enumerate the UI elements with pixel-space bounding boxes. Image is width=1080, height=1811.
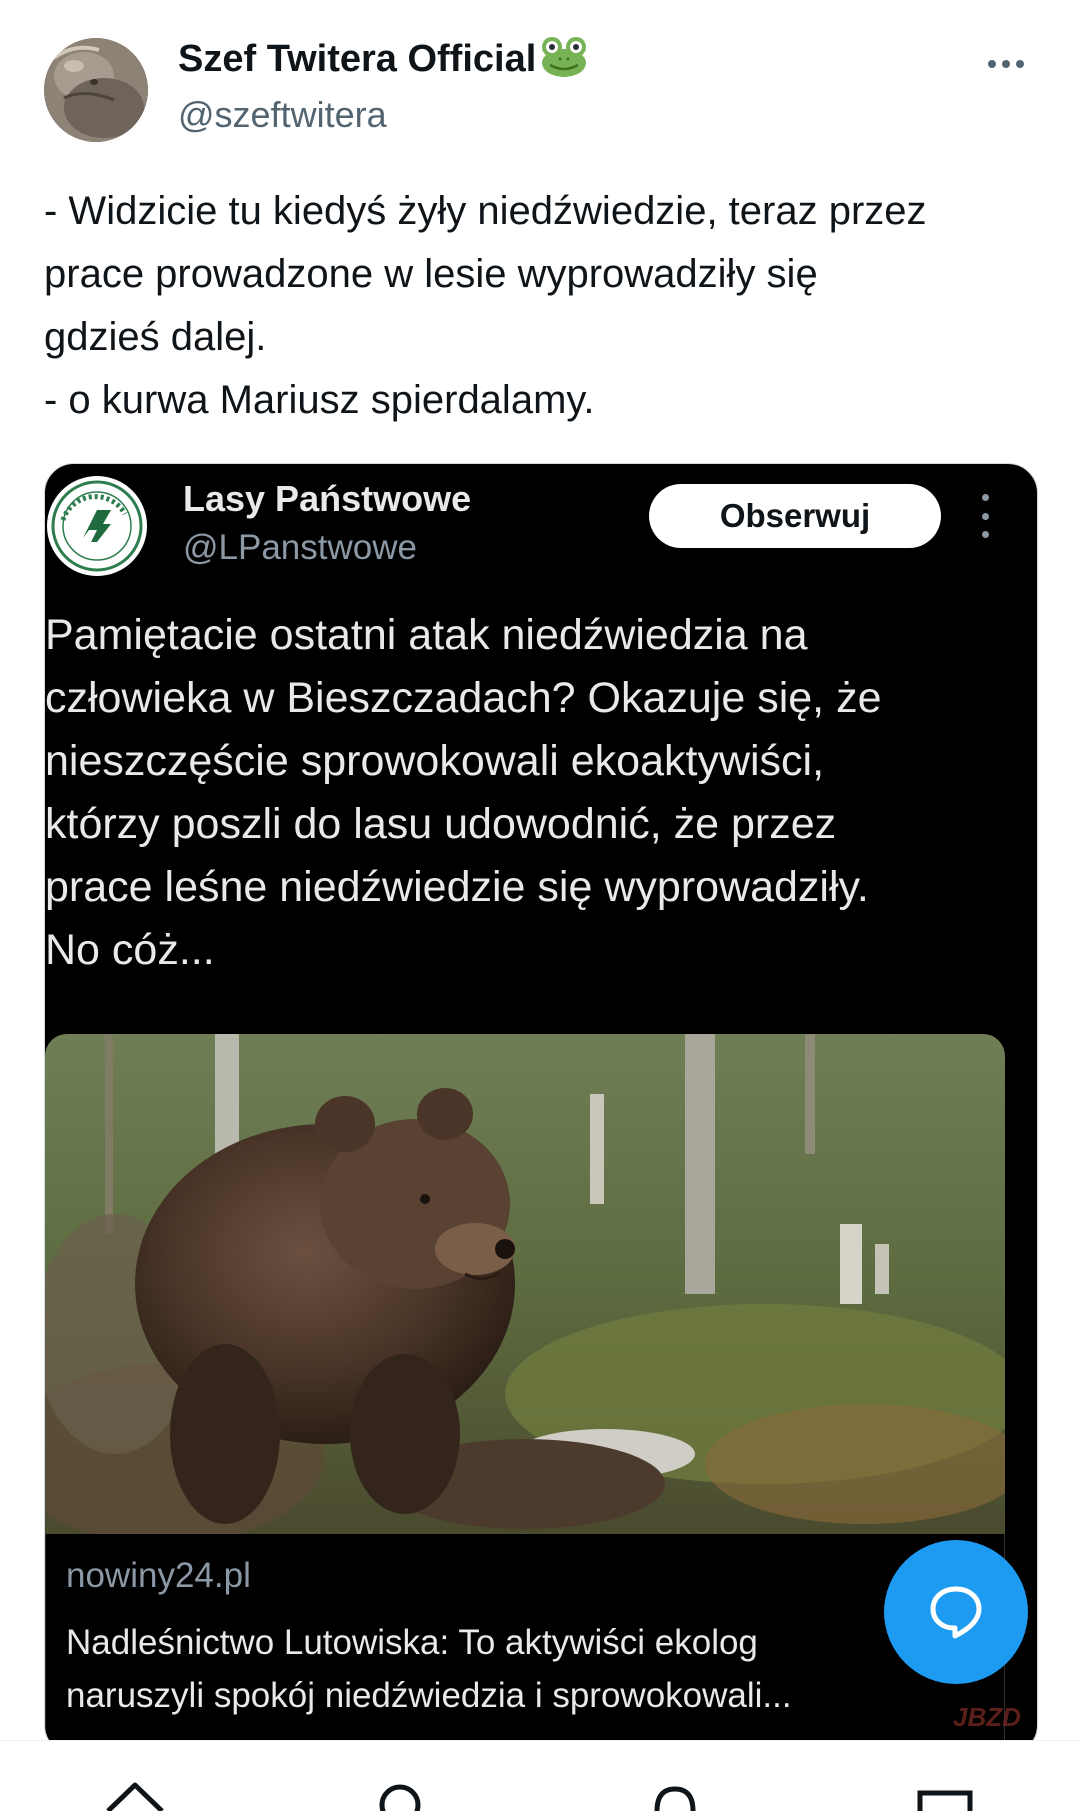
- more-icon: [988, 60, 996, 68]
- embedded-image[interactable]: Lasy Państwowe @LPanstwowe Obserwuj Pami…: [44, 463, 1038, 1755]
- notifications-icon[interactable]: [640, 1771, 710, 1811]
- frog-icon: [540, 35, 588, 79]
- link-title-line: Nadleśnictwo Lutowiska: To aktywiści eko…: [66, 1623, 758, 1662]
- embedded-text-line: człowieka w Bieszczadach? Okazuje się, ż…: [45, 674, 882, 722]
- tweet-text-line: prace prowadzone w lesie wyprowadziły si…: [44, 252, 818, 296]
- tweet-text-line: gdzieś dalej.: [44, 315, 267, 359]
- search-icon[interactable]: [365, 1771, 435, 1811]
- bear-photo: [45, 1034, 1005, 1534]
- link-title: Nadleśnictwo Lutowiska: To aktywiści eko…: [66, 1616, 966, 1722]
- embedded-tweet-text: Pamiętacie ostatni atak niedźwiedzia na …: [45, 604, 1037, 982]
- messages-icon[interactable]: [910, 1771, 980, 1811]
- link-title-line: naruszyli spokój niedźwiedzia i sprowoko…: [66, 1676, 792, 1715]
- author-name-text: Szef Twitera Official: [178, 38, 537, 80]
- more-options-button[interactable]: [976, 44, 1036, 84]
- link-preview: nowiny24.pl Nadleśnictwo Lutowiska: To a…: [45, 1534, 1005, 1754]
- tweet-text-line: - o kurwa Mariusz spierdalamy.: [44, 378, 595, 422]
- embedded-more-icon-dot: [981, 512, 989, 520]
- lasy-panstwowe-logo-icon: [51, 480, 143, 572]
- embedded-text-line: nieszczęście sprowokowali ekoaktywiści,: [45, 737, 825, 785]
- more-icon-dot: [1002, 60, 1010, 68]
- link-domain: nowiny24.pl: [66, 1556, 251, 1595]
- follow-button: Obserwuj: [649, 484, 941, 548]
- embedded-author-name: Lasy Państwowe: [183, 478, 472, 519]
- author-handle[interactable]: @szeftwitera: [178, 94, 387, 136]
- tweet-text: - Widzicie tu kiedyś żyły niedźwiedzie, …: [44, 180, 1044, 432]
- compose-reply-icon: [930, 1586, 982, 1639]
- embedded-text-line: prace leśne niedźwiedzie się wyprowadził…: [45, 863, 869, 911]
- watermark: JBZD: [953, 1702, 1021, 1732]
- home-icon[interactable]: [100, 1771, 170, 1811]
- embedded-more-icon-dot: [981, 494, 989, 501]
- embedded-author-avatar: [47, 476, 147, 576]
- author-avatar[interactable]: [44, 38, 148, 142]
- embedded-text-line: No cóż...: [45, 926, 215, 974]
- more-icon-dot: [1016, 60, 1024, 68]
- embedded-more-icon-dot: [981, 531, 989, 538]
- embedded-text-line: Pamiętacie ostatni atak niedźwiedzia na: [45, 611, 808, 659]
- reply-fab-button[interactable]: [884, 1540, 1028, 1684]
- embedded-author-handle: @LPanstwowe: [183, 528, 417, 567]
- author-name[interactable]: Szef Twitera Official: [178, 35, 588, 83]
- embedded-text-line: którzy poszli do lasu udowodnić, że prze…: [45, 800, 837, 848]
- embedded-more-icon: [975, 494, 995, 538]
- bottom-navigation: [0, 1740, 1080, 1811]
- tweet-text-line: - Widzicie tu kiedyś żyły niedźwiedzie, …: [44, 189, 927, 233]
